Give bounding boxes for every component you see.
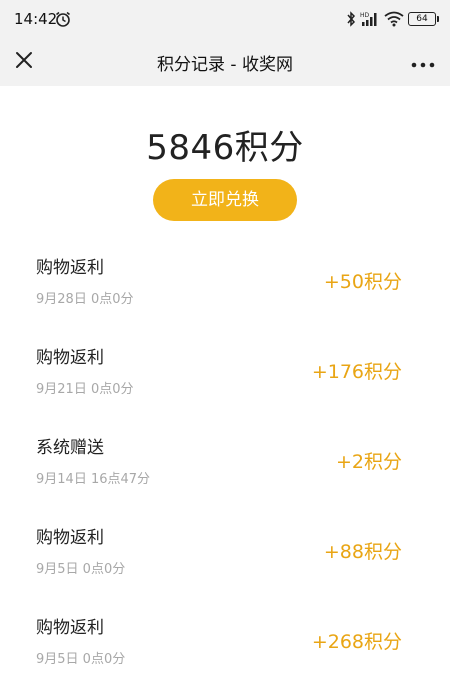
status-icons: HD 64 (346, 10, 439, 28)
record-title: 系统赠送 (36, 438, 104, 458)
record-amount: +268积分 (311, 631, 402, 653)
record-date: 9月5日 0点0分 (36, 652, 126, 667)
record-title: 购物返利 (36, 528, 104, 548)
title-bar: 积分记录 - 收奖网 (0, 38, 450, 86)
record-title: 购物返利 (36, 348, 104, 368)
status-bar: 14:42 HD 64 (0, 0, 450, 38)
record-item: 购物返利 9月28日 0点0分 +50积分 (0, 236, 450, 326)
record-amount: +176积分 (311, 361, 402, 383)
wifi-icon (384, 11, 404, 27)
record-amount: +88积分 (323, 541, 402, 563)
svg-text:HD: HD (360, 12, 370, 19)
record-date: 9月14日 16点47分 (36, 472, 151, 487)
record-date: 9月21日 0点0分 (36, 382, 134, 397)
records-list: 购物返利 9月28日 0点0分 +50积分 购物返利 9月21日 0点0分 +1… (0, 236, 450, 686)
record-title: 购物返利 (36, 618, 104, 638)
more-icon (411, 53, 435, 72)
record-item: 购物返利 9月21日 0点0分 +176积分 (0, 326, 450, 416)
record-title: 购物返利 (36, 258, 104, 278)
record-item: 系统赠送 9月14日 16点47分 +2积分 (0, 416, 450, 506)
bluetooth-icon (346, 11, 356, 27)
record-amount: +2积分 (335, 451, 402, 473)
record-amount: +50积分 (323, 271, 402, 293)
record-date: 9月5日 0点0分 (36, 562, 126, 577)
record-item: 购物返利 9月5日 0点0分 +88积分 (0, 506, 450, 596)
page-title: 积分记录 - 收奖网 (157, 55, 293, 75)
more-button[interactable] (406, 46, 440, 78)
points-total: 5846积分 (146, 128, 304, 168)
alarm-icon (54, 10, 72, 28)
record-date: 9月28日 0点0分 (36, 292, 134, 307)
record-item: 购物返利 9月5日 0点0分 +268积分 (0, 596, 450, 686)
battery-icon: 64 (408, 12, 439, 26)
redeem-button[interactable]: 立即兑换 (153, 179, 297, 221)
status-time: 14:42 (14, 10, 58, 28)
hd-signal-icon: HD (360, 11, 380, 27)
